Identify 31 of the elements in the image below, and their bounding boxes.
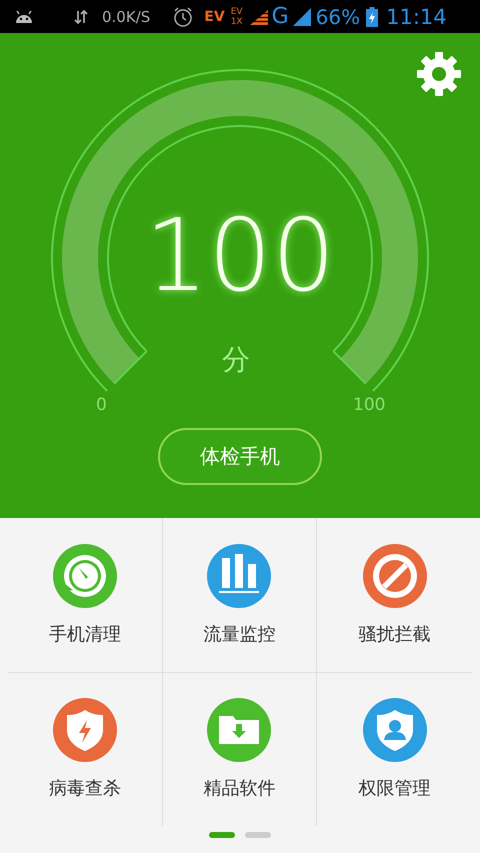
android-icon <box>14 10 34 24</box>
score-unit: 分 <box>222 342 250 378</box>
tool-label: 流量监控 <box>203 622 276 646</box>
battery-icon <box>366 6 378 26</box>
network-speed: 0.0K/S <box>102 8 150 26</box>
tool-tile[interactable]: 精品软件 <box>162 672 318 826</box>
signal-icon <box>292 8 312 26</box>
gauge-max-label: 100 <box>353 395 386 415</box>
tool-label: 骚扰拦截 <box>358 622 431 646</box>
tool-label: 权限管理 <box>358 777 431 800</box>
gauge-tick <box>113 350 148 385</box>
ev-indicator: EV <box>204 8 225 24</box>
data-arrows-icon <box>74 8 88 24</box>
battery-percent: 66% <box>316 4 360 28</box>
alarm-icon <box>172 6 194 28</box>
tool-label: 手机清理 <box>48 622 121 646</box>
tool-tile[interactable]: 病毒查杀 <box>8 672 163 826</box>
tool-tile[interactable]: 权限管理 <box>317 672 472 826</box>
tool-label: 精品软件 <box>203 777 276 800</box>
score-value: 100 <box>144 201 336 311</box>
tool-tile[interactable]: 手机清理 <box>8 518 163 672</box>
signal-icon <box>248 8 269 24</box>
tool-tile[interactable]: 骚扰拦截 <box>317 518 472 672</box>
ev-1x-indicator: EV 1X <box>230 6 243 26</box>
tool-label: 病毒查杀 <box>48 777 121 800</box>
gauge-min-label: 0 <box>96 395 107 415</box>
clock: 11:14 <box>386 4 447 28</box>
network-type: G <box>272 4 289 29</box>
tool-tile[interactable]: 流量监控 <box>162 518 318 672</box>
settings-icon[interactable] <box>416 51 462 97</box>
gauge-tick <box>332 350 367 385</box>
